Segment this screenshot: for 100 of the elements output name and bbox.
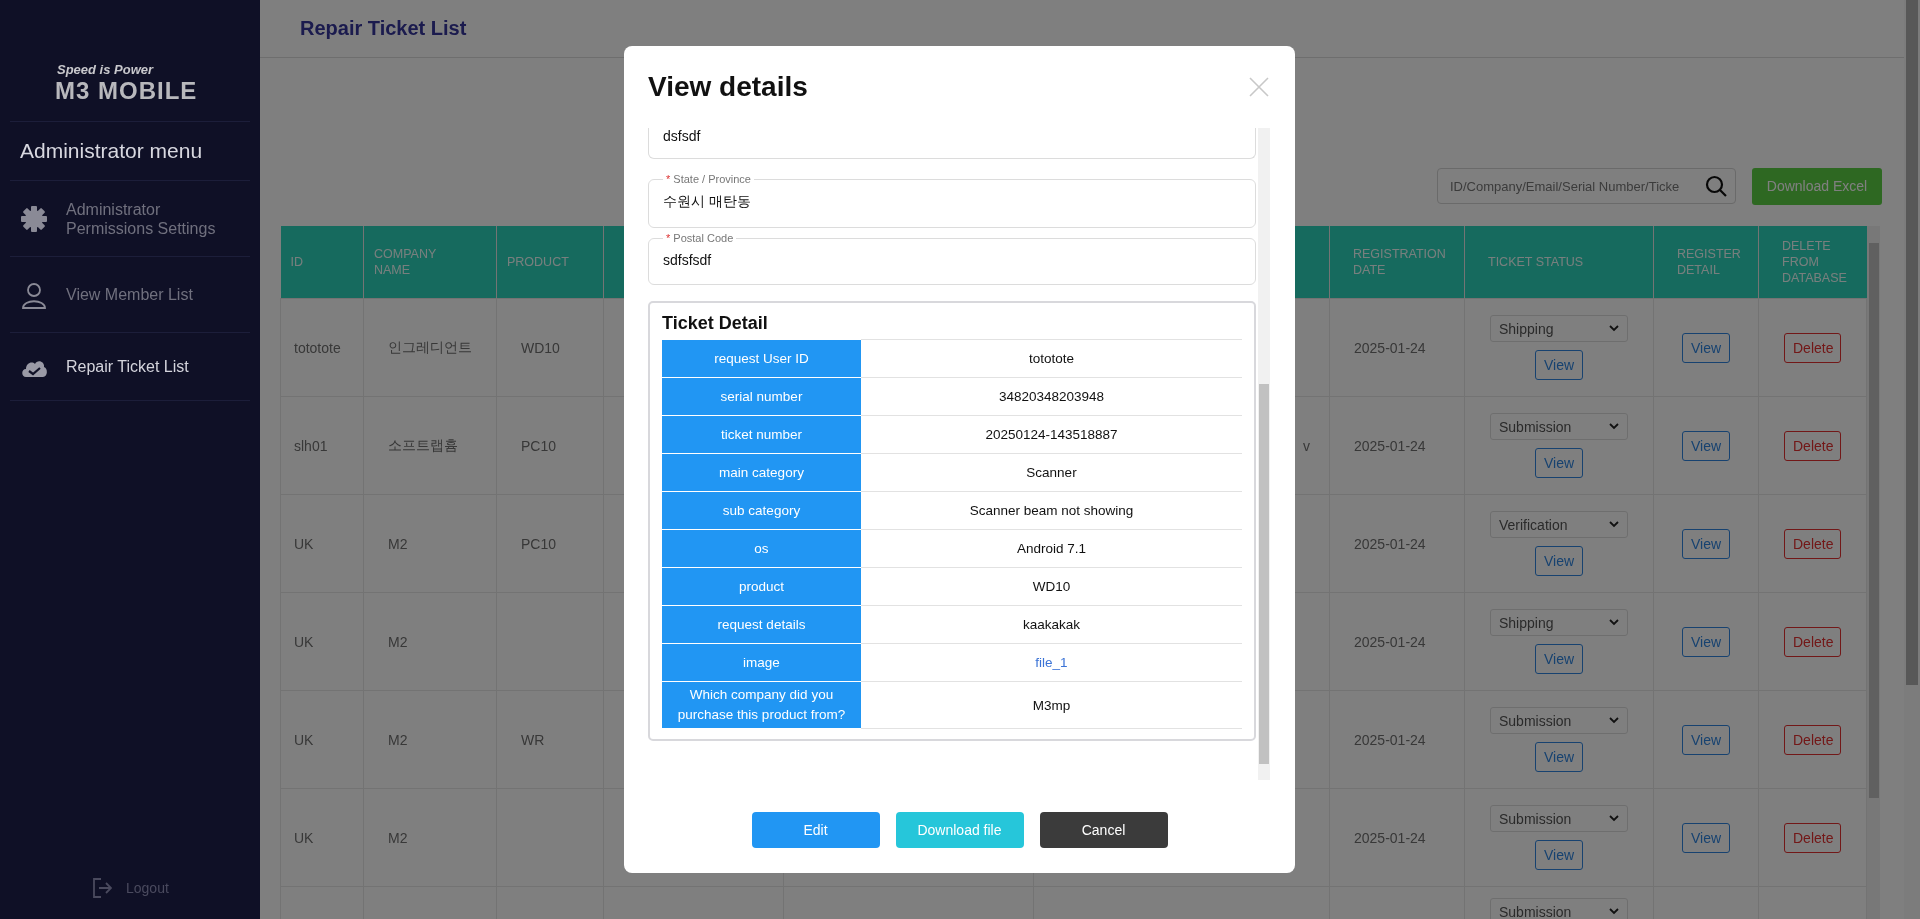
close-icon[interactable] [1249, 77, 1269, 97]
table-cell: tototote [294, 339, 341, 356]
field-label: serial number [662, 377, 861, 416]
caret-icon [1609, 815, 1619, 822]
field-value: M3mp [1032, 697, 1071, 713]
field-value: 34820348203948 [998, 389, 1105, 404]
download-excel-button[interactable]: Download Excel [1752, 167, 1882, 205]
table-cell: M2 [388, 633, 408, 650]
table-cell: PC10 [521, 437, 557, 454]
table-cell: PC10 [521, 535, 557, 552]
status-dropdown[interactable]: Verification [1490, 511, 1628, 538]
table-cell: M2 [388, 731, 408, 748]
sidebar-item[interactable]: Repair Ticket List [10, 333, 250, 401]
view-button[interactable]: View [1535, 742, 1583, 772]
status-dropdown[interactable]: Submission [1490, 898, 1628, 919]
table-cell: M2 [388, 829, 408, 846]
field-value: Scanner [1026, 465, 1077, 480]
status-dropdown[interactable]: Shipping [1490, 315, 1628, 342]
table-cell: 소프트랩흄 [388, 436, 458, 453]
caret-icon [1609, 619, 1619, 626]
field-value: 20250124-143518887 [985, 427, 1118, 442]
field-label: os [662, 529, 861, 568]
field-label: * Postal Code [665, 232, 735, 244]
status-dropdown[interactable]: Shipping [1490, 609, 1628, 636]
page-title: Repair Ticket List [300, 17, 467, 40]
table-cell: M2 [388, 535, 408, 552]
table-cell: slh01 [294, 437, 328, 454]
table-cell: 2025-01-24 [1354, 633, 1426, 650]
delete-button[interactable]: Delete [1784, 724, 1841, 755]
view-button[interactable]: View [1535, 350, 1583, 380]
table-cell: 2025-01-24 [1354, 535, 1426, 552]
cancel-button[interactable]: Cancel [1039, 812, 1168, 848]
field-value: tototote [1028, 351, 1074, 366]
table-cell: WR [521, 731, 545, 748]
sidebar-item[interactable]: Administrator Permissions Settings [10, 181, 250, 257]
status-dropdown[interactable]: Submission [1490, 413, 1628, 440]
view-button[interactable]: View [1535, 644, 1583, 674]
column-header: PRODUCT [496, 226, 604, 299]
sidebar-item[interactable]: View Member List [10, 257, 250, 333]
field-label: product [662, 567, 861, 606]
delete-button[interactable]: Delete [1784, 626, 1841, 657]
edit-button[interactable]: Edit [751, 812, 880, 848]
panel-title: Ticket Detail [662, 313, 769, 334]
table-cell: 2025-01-24 [1354, 829, 1426, 846]
view-button[interactable]: View [1682, 626, 1730, 657]
menu-title: Administrator menu [10, 122, 250, 181]
table-cell: UK [294, 633, 314, 650]
field-label: sub category [662, 491, 861, 530]
table-cell: UK [294, 731, 314, 748]
table-cell: UK [294, 829, 314, 846]
table-cell: 2025-01-24 [1354, 731, 1426, 748]
status-dropdown[interactable]: Submission [1490, 805, 1628, 832]
field-label: * State / Province [665, 173, 752, 185]
status-dropdown[interactable]: Submission [1490, 707, 1628, 734]
column-header: REGISTRATION DATE [1329, 226, 1465, 299]
view-button[interactable]: View [1535, 546, 1583, 576]
view-button[interactable]: View [1682, 528, 1730, 559]
view-button[interactable]: View [1682, 332, 1730, 363]
download-file-button[interactable]: Download file [895, 812, 1024, 848]
search-icon[interactable] [1705, 175, 1727, 197]
column-header: REGISTER DETAIL [1653, 226, 1759, 299]
caret-icon [1609, 717, 1619, 724]
delete-button[interactable]: Delete [1784, 430, 1841, 461]
file-link[interactable]: file_1 [1035, 655, 1068, 670]
modal-title: View details [648, 71, 808, 103]
view-button[interactable]: View [1682, 724, 1730, 755]
field-value: Scanner beam not showing [969, 503, 1134, 518]
person-icon [20, 280, 48, 309]
table-cell: UK [294, 535, 314, 552]
scrollbar[interactable] [1867, 226, 1880, 919]
caret-icon [1609, 908, 1619, 915]
view-button[interactable]: View [1535, 448, 1583, 478]
table-cell: 2025-01-24 [1354, 339, 1426, 356]
view-button[interactable]: View [1535, 840, 1583, 870]
delete-button[interactable]: Delete [1784, 822, 1841, 853]
scrollbar[interactable] [1258, 128, 1270, 780]
logout-link[interactable]: Logout [92, 877, 169, 899]
table-cell: 2025-01-24 [1354, 437, 1426, 454]
gear-icon [20, 204, 48, 233]
logout-icon [92, 877, 112, 899]
field-value: WD10 [1032, 579, 1071, 594]
delete-button[interactable]: Delete [1784, 528, 1841, 559]
field-label: Which company did you purchase this product from? [662, 681, 861, 729]
column-header: ID [280, 226, 364, 299]
text-field[interactable]: * Postal Code sdfsfsdf [648, 232, 1256, 285]
view-button[interactable]: View [1682, 430, 1730, 461]
text-field[interactable]: * State / Province 수원시 매탄동 [648, 173, 1256, 228]
field-label: image [662, 643, 861, 682]
text-field[interactable]: dsfsdf [648, 128, 1256, 159]
field-label: request User ID [662, 339, 861, 378]
column-header: DELETE FROM DATABASE [1758, 226, 1867, 299]
table-cell: WD10 [521, 339, 560, 356]
table-cell: v [1303, 437, 1310, 454]
view-button[interactable]: View [1682, 822, 1730, 853]
logo-tagline: Speed is Power [56, 62, 154, 77]
field-label: main category [662, 453, 861, 492]
field-label: request details [662, 605, 861, 644]
delete-button[interactable]: Delete [1784, 332, 1841, 363]
caret-icon [1609, 423, 1619, 430]
search-field[interactable]: ID/Company/Email/Serial Number/Ticke [1437, 168, 1736, 204]
